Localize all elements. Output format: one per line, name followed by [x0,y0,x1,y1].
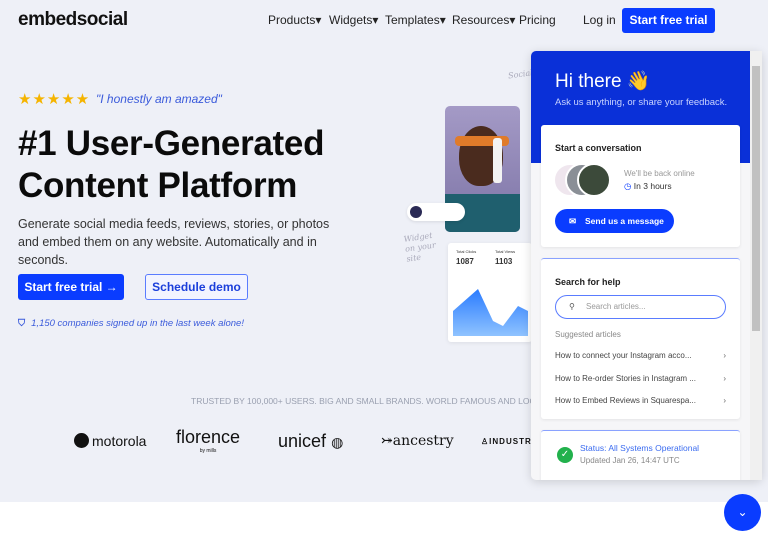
check-icon: ✓ [557,447,573,463]
shield-icon: ⛉ [18,318,26,329]
send-message-button[interactable]: ✉ Send us a message [555,209,674,233]
logo[interactable]: embedsocial [18,9,128,31]
signups-note: ⛉ 1,150 companies signed up in the last w… [18,318,244,329]
nav-products[interactable]: Products▾ [268,13,321,27]
chevron-right-icon: › [723,374,726,383]
online-status: We'll be back online [624,169,695,178]
widget-subtitle: Ask us anything, or share your feedback. [555,97,728,108]
conversation-card: Start a conversation We'll be back onlin… [541,125,740,247]
brand-ancestry: ⤖ancestry [381,433,454,449]
rating-stars: ★★★★★ [18,91,91,108]
wave-icon: 👋 [626,71,651,92]
clock-icon: ◷ [624,181,632,191]
area-chart [453,289,528,336]
trusted-text: TRUSTED BY 100,000+ USERS. BIG AND SMALL… [191,396,531,406]
nav-widgets[interactable]: Widgets▾ [329,13,378,27]
status-card[interactable]: ✓ Status: All Systems Operational Update… [541,430,740,480]
status-updated: Updated Jan 26, 14:47 UTC [580,456,680,465]
search-help-card: Search for help ⚲ Search articles... Sugg… [541,258,740,419]
chevron-right-icon: › [723,351,726,360]
nav-resources[interactable]: Resources▾ [452,13,515,27]
avatar [410,206,422,218]
testimonial-quote: "I honestly am amazed" [96,92,222,106]
nav-pricing[interactable]: Pricing [519,13,556,27]
chevron-down-icon: ⌄ [737,505,748,519]
brand-florence: florence by mills [176,427,241,454]
search-articles-input[interactable]: ⚲ Search articles... [555,295,726,319]
status-title[interactable]: Status: All Systems Operational [580,443,699,453]
eta: ◷ In 3 hours [624,181,672,191]
motorola-icon [74,433,89,448]
conversation-title: Start a conversation [555,143,642,153]
login-link[interactable]: Log in [583,13,616,27]
close-widget-button[interactable]: ⌄ [724,494,761,531]
greeting: Hi there 👋 [555,71,651,92]
article-link[interactable]: How to connect your Instagram acco... › [555,351,726,360]
search-help-title: Search for help [555,277,621,287]
suggested-label: Suggested articles [555,330,621,339]
help-widget: Hi there 👋 Ask us anything, or share you… [531,51,762,480]
hero-subtitle: Generate social media feeds, reviews, st… [18,217,330,267]
nav-templates[interactable]: Templates▾ [385,13,446,27]
envelope-icon: ✉ [569,216,577,226]
scrollbar-thumb[interactable] [752,66,760,331]
page-title: #1 User-Generated Content Platform [18,124,325,205]
stats-card: Total Clicks 1087 Total Views 1103 [448,243,532,342]
start-free-trial-button[interactable]: Start free trial → [18,274,124,300]
article-link[interactable]: How to Embed Reviews in Squarespa... › [555,396,726,405]
brand-unicef: unicef ◍ [278,431,344,451]
brand-industry: ♙INDUSTR [481,437,532,446]
brand-motorola: motorola [74,433,146,449]
stat-views: Total Views 1103 [495,249,516,266]
start-free-trial-header-button[interactable]: Start free trial [622,8,715,33]
schedule-demo-button[interactable]: Schedule demo [145,274,248,300]
widget-pill [407,203,465,221]
chevron-right-icon: › [723,396,726,405]
article-link[interactable]: How to Re-order Stories in Instagram ...… [555,374,726,383]
stat-clicks: Total Clicks 1087 [456,249,477,266]
search-icon: ⚲ [569,302,575,311]
globe-icon: ◍ [331,434,344,450]
widget-label: Widget on your site [403,230,437,264]
